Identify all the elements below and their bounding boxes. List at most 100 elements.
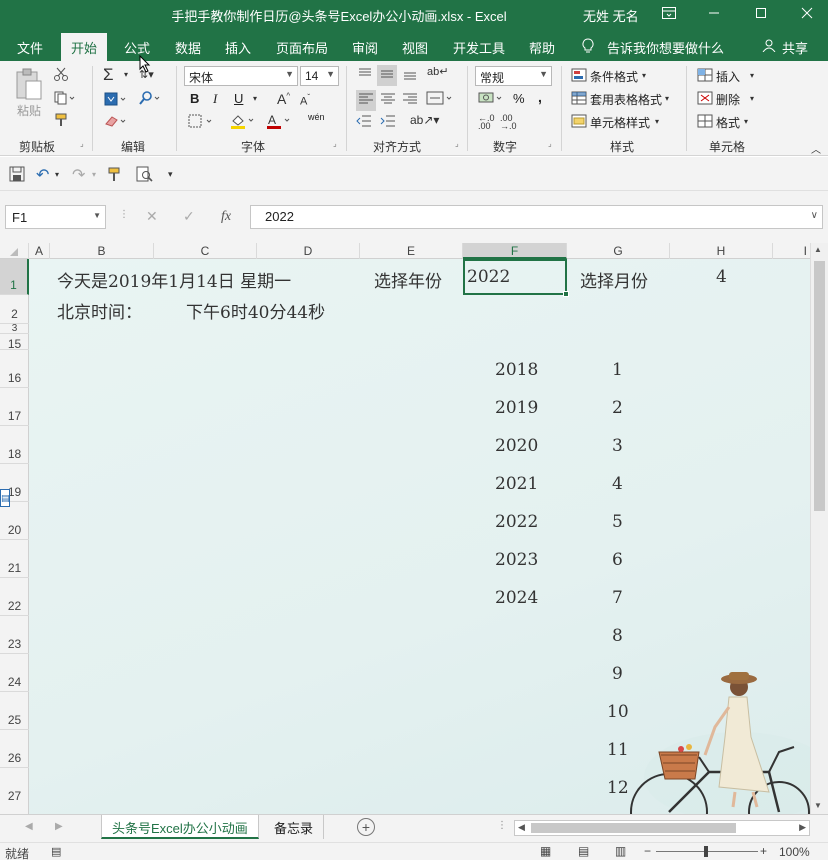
month-list-item[interactable]: 6 xyxy=(612,550,623,570)
percent-style-button[interactable]: % xyxy=(513,91,525,106)
column-header[interactable]: D xyxy=(257,243,360,259)
bold-button[interactable]: B xyxy=(190,91,199,106)
delete-cells-icon[interactable] xyxy=(697,91,713,108)
chevron-down-icon[interactable]: ▾ xyxy=(750,71,754,80)
align-bottom-icon[interactable] xyxy=(402,67,418,84)
decrease-decimal-icon[interactable]: .00 →.0 xyxy=(500,114,517,131)
fill-color-icon[interactable] xyxy=(230,113,258,132)
tab-developer[interactable]: 开发工具 xyxy=(453,38,505,57)
column-header[interactable]: I xyxy=(773,243,810,259)
chevron-down-icon[interactable]: ▾ xyxy=(253,94,257,103)
confirm-entry-icon[interactable]: ✓ xyxy=(183,208,195,225)
year-list-item[interactable]: 2020 xyxy=(495,436,538,456)
page-break-view-icon[interactable]: ▥ xyxy=(615,844,626,858)
month-value-cell[interactable]: 4 xyxy=(716,267,727,287)
row-header[interactable]: 16 xyxy=(0,350,29,388)
fill-handle[interactable] xyxy=(563,291,569,297)
year-list-item[interactable]: 2023 xyxy=(495,550,538,570)
month-list-item[interactable]: 4 xyxy=(612,474,623,494)
year-value-cell[interactable]: 2022 xyxy=(467,267,510,287)
zoom-level[interactable]: 100% xyxy=(779,845,810,859)
format-as-table-button[interactable]: 套用表格格式 xyxy=(590,91,662,108)
tab-help[interactable]: 帮助 xyxy=(529,38,555,57)
expand-formula-icon[interactable]: ∨ xyxy=(811,210,818,221)
scroll-down-icon[interactable]: ▼ xyxy=(814,801,822,810)
month-list-item[interactable]: 2 xyxy=(612,398,623,418)
h-scroll-thumb[interactable] xyxy=(531,823,736,833)
phonetic-guide-button[interactable]: wén xyxy=(308,112,325,122)
format-cells-icon[interactable] xyxy=(697,114,713,131)
scroll-left-icon[interactable]: ◀ xyxy=(518,822,525,833)
column-header[interactable]: G xyxy=(567,243,670,259)
accounting-format-icon[interactable] xyxy=(478,91,506,108)
month-list-item[interactable]: 12 xyxy=(607,778,629,798)
restore-icon[interactable] xyxy=(750,4,772,24)
chevron-down-icon[interactable]: ▾ xyxy=(750,94,754,103)
cell-styles-button[interactable]: 单元格样式 xyxy=(590,114,650,131)
normal-view-icon[interactable]: ▦ xyxy=(540,844,551,858)
borders-icon[interactable] xyxy=(188,114,216,131)
align-left-icon[interactable] xyxy=(356,90,376,111)
save-icon[interactable] xyxy=(9,166,25,185)
select-all-corner[interactable] xyxy=(0,243,29,259)
year-list-item[interactable]: 2022 xyxy=(495,512,538,532)
row-header[interactable]: 2 xyxy=(0,295,29,324)
decrease-indent-icon[interactable] xyxy=(356,114,372,131)
zoom-slider-thumb[interactable] xyxy=(704,846,708,857)
share-button[interactable]: 共享 xyxy=(782,38,808,57)
page-layout-view-icon[interactable]: ▤ xyxy=(578,844,589,858)
today-date-cell[interactable]: 今天是2019年1月14日 星期一 xyxy=(57,267,291,292)
sheet-tab-memo[interactable]: 备忘录 xyxy=(264,815,325,839)
worksheet-grid[interactable]: 今天是2019年1月14日 星期一 选择年份 2022 选择月份 4 北京时间：… xyxy=(29,259,810,814)
tell-me-search[interactable]: 告诉我你想要做什么 xyxy=(607,38,724,57)
redo-icon[interactable]: ↷ xyxy=(72,165,85,185)
collapse-ribbon-icon[interactable]: ︿ xyxy=(811,141,821,156)
row-header[interactable]: 17 xyxy=(0,388,29,426)
font-color-icon[interactable]: A xyxy=(266,113,294,132)
row-header[interactable]: 23 xyxy=(0,616,29,654)
row-header[interactable]: 3 xyxy=(0,324,29,334)
row-header[interactable]: 24 xyxy=(0,654,29,692)
formula-input[interactable]: 2022 ∨ xyxy=(250,205,823,229)
copy-icon[interactable] xyxy=(54,91,76,108)
chevron-down-icon[interactable]: ▾ xyxy=(655,117,659,126)
cut-icon[interactable] xyxy=(54,67,68,84)
tab-insert[interactable]: 插入 xyxy=(225,38,251,57)
print-preview-icon[interactable] xyxy=(136,166,154,185)
column-header[interactable]: A xyxy=(29,243,50,259)
zoom-out-icon[interactable]: − xyxy=(644,844,651,858)
quick-analysis-icon[interactable]: ▤ xyxy=(0,489,10,507)
chevron-down-icon[interactable]: ▾ xyxy=(55,170,59,179)
tab-data[interactable]: 数据 xyxy=(175,38,201,57)
format-painter-icon[interactable] xyxy=(54,113,70,130)
row-header[interactable]: 18 xyxy=(0,426,29,464)
month-list-item[interactable]: 9 xyxy=(612,664,623,684)
column-header[interactable]: B xyxy=(50,243,154,259)
decrease-font-icon[interactable]: Aˇ xyxy=(300,93,310,108)
chevron-down-icon[interactable]: ▾ xyxy=(92,170,96,179)
align-center-icon[interactable] xyxy=(380,92,396,109)
year-list-item[interactable]: 2019 xyxy=(495,398,538,418)
format-as-table-icon[interactable] xyxy=(571,91,587,108)
row-header[interactable]: 20 xyxy=(0,502,29,540)
year-list-item[interactable]: 2024 xyxy=(495,588,538,608)
month-list-item[interactable]: 10 xyxy=(607,702,629,722)
customize-toolbar-icon[interactable]: ▾ xyxy=(168,169,173,180)
delete-cells-button[interactable]: 删除 xyxy=(716,91,740,108)
row-header[interactable]: 26 xyxy=(0,730,29,768)
scroll-thumb[interactable] xyxy=(814,261,825,511)
increase-indent-icon[interactable] xyxy=(380,114,396,131)
month-list-item[interactable]: 1 xyxy=(612,360,623,380)
name-box[interactable]: F1 ▼ xyxy=(5,205,106,229)
undo-icon[interactable]: ↶ xyxy=(36,165,49,185)
comma-style-button[interactable]: , xyxy=(538,89,542,105)
zoom-in-icon[interactable]: + xyxy=(760,844,767,858)
font-launcher-icon[interactable]: ⌟ xyxy=(333,139,337,148)
clear-icon[interactable] xyxy=(104,114,128,131)
month-list-item[interactable]: 11 xyxy=(607,740,629,760)
macro-record-icon[interactable]: ▤ xyxy=(51,845,61,858)
insert-cells-button[interactable]: 插入 xyxy=(716,68,740,85)
row-header[interactable]: 27 xyxy=(0,768,29,814)
sheet-tab-active[interactable]: 头条号Excel办公小动画 xyxy=(101,815,259,839)
year-list-item[interactable]: 2021 xyxy=(495,474,538,494)
